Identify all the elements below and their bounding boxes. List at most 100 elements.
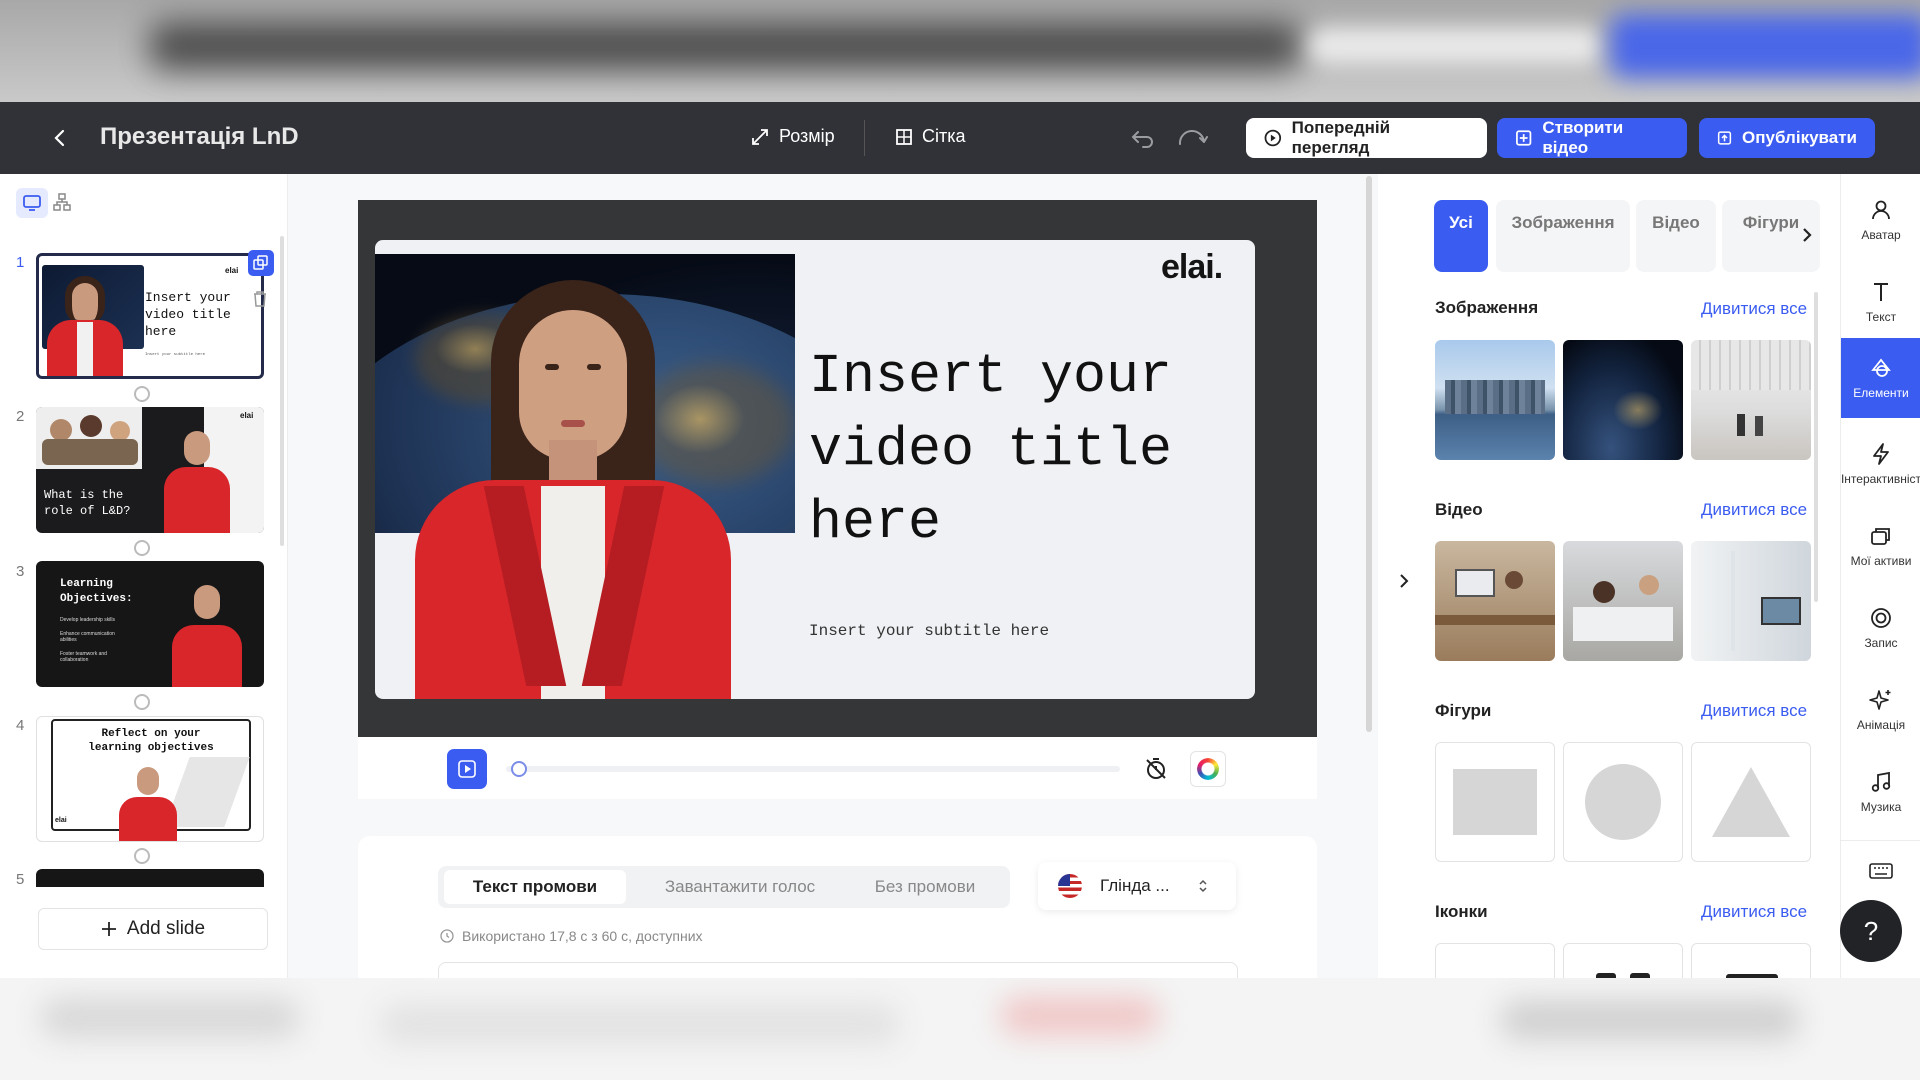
- tab-speech-text[interactable]: Текст промови: [444, 870, 626, 904]
- chevron-left-icon[interactable]: [48, 126, 72, 150]
- avatar-presenter[interactable]: [405, 280, 745, 699]
- images-see-all-link[interactable]: Дивитися все: [1701, 299, 1807, 319]
- sidebar-item-music[interactable]: Музика: [1841, 754, 1920, 830]
- slide-editor-area[interactable]: elai. Insert your video title here Inser…: [375, 240, 1255, 699]
- chevron-right-icon: [1400, 574, 1409, 588]
- shapes-see-all-link[interactable]: Дивитися все: [1701, 701, 1807, 721]
- publish-icon: [1717, 131, 1732, 145]
- undo-icon[interactable]: [1130, 126, 1156, 155]
- speech-panel: Текст промови Завантажити голос Без пром…: [358, 836, 1317, 982]
- image-thumbnail-city[interactable]: [1435, 340, 1555, 460]
- slide-title: What is the role of L&D?: [44, 488, 131, 518]
- shape-triangle[interactable]: [1691, 742, 1811, 862]
- workspace-scrollbar[interactable]: [1366, 176, 1372, 732]
- sidebar-item-avatar[interactable]: Аватар: [1841, 182, 1920, 258]
- usage-text: Використано 17,8 с з 60 с, доступних: [462, 928, 703, 944]
- slide-thumbnail-3[interactable]: Learning Objectives: Develop leadership …: [36, 561, 264, 687]
- icons-see-all-link[interactable]: Дивитися все: [1701, 902, 1807, 922]
- help-icon: ?: [1863, 915, 1879, 946]
- tab-upload-voice[interactable]: Завантажити голос: [640, 870, 840, 904]
- slide-subtitle-text[interactable]: Insert your subtitle here: [809, 622, 1049, 640]
- progress-track[interactable]: [506, 766, 1120, 772]
- sidebar-item-elements[interactable]: Елементи: [1841, 338, 1920, 418]
- grid-button[interactable]: Сітка: [895, 126, 966, 147]
- publish-button[interactable]: Опублікувати: [1699, 118, 1875, 158]
- slide-thumbnail-2[interactable]: elai What is the role of L&D?: [36, 407, 264, 533]
- voice-name: Глінда ...: [1100, 876, 1170, 895]
- videos-see-all-link[interactable]: Дивитися все: [1701, 500, 1807, 520]
- slide-thumbnail-4[interactable]: Reflect on your learning objectives elai: [36, 716, 264, 842]
- duplicate-slide-button[interactable]: [248, 250, 274, 276]
- editor-header: Презентація LnD Розмір Сітка Попередній …: [0, 102, 1920, 174]
- timer-off-icon[interactable]: [1144, 757, 1168, 786]
- keyboard-icon[interactable]: [1869, 862, 1893, 885]
- slides-scrollbar[interactable]: [280, 236, 284, 546]
- icon-tile[interactable]: [1435, 943, 1555, 978]
- elai-logo[interactable]: elai.: [1161, 248, 1223, 287]
- progress-knob[interactable]: [511, 761, 527, 777]
- size-button[interactable]: Розмір: [750, 126, 835, 147]
- preview-icon: [1264, 129, 1282, 147]
- blurred-browser-bar: [0, 0, 1920, 102]
- video-thumbnail-office-3[interactable]: [1691, 541, 1811, 661]
- slide-title-text[interactable]: Insert your video title here: [809, 340, 1189, 559]
- sidebar-item-my-assets[interactable]: Мої активи: [1841, 508, 1920, 584]
- sort-icon: [1199, 879, 1207, 893]
- trash-icon[interactable]: [252, 290, 268, 313]
- preview-label: Попередній перегляд: [1291, 118, 1391, 157]
- slide-thumbnail-5[interactable]: [36, 869, 264, 887]
- slide-bullet: Foster teamwork and collaboration: [60, 651, 107, 663]
- tab-all[interactable]: Усі: [1434, 200, 1488, 272]
- sidebar-item-text[interactable]: Текст: [1841, 264, 1920, 340]
- panel-toggle-button[interactable]: [1390, 556, 1418, 606]
- shape-circle[interactable]: [1563, 742, 1683, 862]
- slides-view-toggle[interactable]: [16, 188, 48, 218]
- add-slide-button[interactable]: Add slide: [38, 908, 268, 950]
- slide-thumbnail-1[interactable]: elai Insert your video title here Insert…: [36, 253, 264, 379]
- color-wheel-button[interactable]: [1190, 751, 1226, 787]
- blurred-browser-footer: [0, 978, 1920, 1080]
- slide-number: 3: [16, 563, 25, 580]
- video-thumbnail-office-1[interactable]: [1435, 541, 1555, 661]
- project-title[interactable]: Презентація LnD: [100, 123, 299, 151]
- preview-button[interactable]: Попередній перегляд: [1246, 118, 1487, 158]
- redo-icon[interactable]: [1176, 124, 1208, 155]
- tree-view-toggle[interactable]: [52, 192, 72, 217]
- section-images-title: Зображення: [1435, 298, 1539, 317]
- transition-link-icon[interactable]: [134, 694, 150, 710]
- video-thumbnail-office-2[interactable]: [1563, 541, 1683, 661]
- tab-videos[interactable]: Відео: [1636, 200, 1716, 272]
- image-thumbnail-earth[interactable]: [1563, 340, 1683, 460]
- section-shapes-title: Фігури: [1435, 701, 1492, 720]
- transition-link-icon[interactable]: [134, 540, 150, 556]
- lightning-icon: [1873, 443, 1889, 465]
- tab-no-speech[interactable]: Без промови: [850, 870, 1000, 904]
- player-bar: [358, 737, 1317, 799]
- voice-selector[interactable]: Глінда ...: [1038, 862, 1236, 910]
- slide-number: 1: [16, 254, 25, 271]
- slide-logo: elai: [225, 266, 239, 275]
- us-flag-icon: [1058, 874, 1082, 898]
- elements-icon: [1871, 358, 1891, 377]
- sidebar-item-record[interactable]: Запис: [1841, 590, 1920, 666]
- tab-images[interactable]: Зображення: [1496, 200, 1630, 272]
- play-icon: [458, 760, 476, 778]
- slide-bullet: Develop leadership skills: [60, 617, 116, 623]
- clock-icon: [440, 929, 454, 943]
- image-thumbnail-hall[interactable]: [1691, 340, 1811, 460]
- create-video-button[interactable]: Створити відео: [1497, 118, 1687, 158]
- shape-rectangle[interactable]: [1435, 742, 1555, 862]
- tabs-scroll-right-icon[interactable]: [1800, 226, 1814, 249]
- tree-view-icon: [53, 193, 71, 211]
- sidebar-item-interactivity[interactable]: Інтерактивніст: [1841, 426, 1920, 502]
- transition-link-icon[interactable]: [134, 848, 150, 864]
- transition-link-icon[interactable]: [134, 386, 150, 402]
- slide-title: Learning Objectives:: [60, 578, 133, 605]
- icon-tile[interactable]: [1563, 943, 1683, 979]
- help-button[interactable]: ?: [1840, 900, 1902, 962]
- icon-tile[interactable]: [1691, 943, 1811, 979]
- publish-label: Опублікувати: [1742, 128, 1857, 147]
- elements-scrollbar[interactable]: [1814, 292, 1818, 602]
- sidebar-item-animation[interactable]: Анімація: [1841, 672, 1920, 748]
- play-button[interactable]: [447, 749, 487, 789]
